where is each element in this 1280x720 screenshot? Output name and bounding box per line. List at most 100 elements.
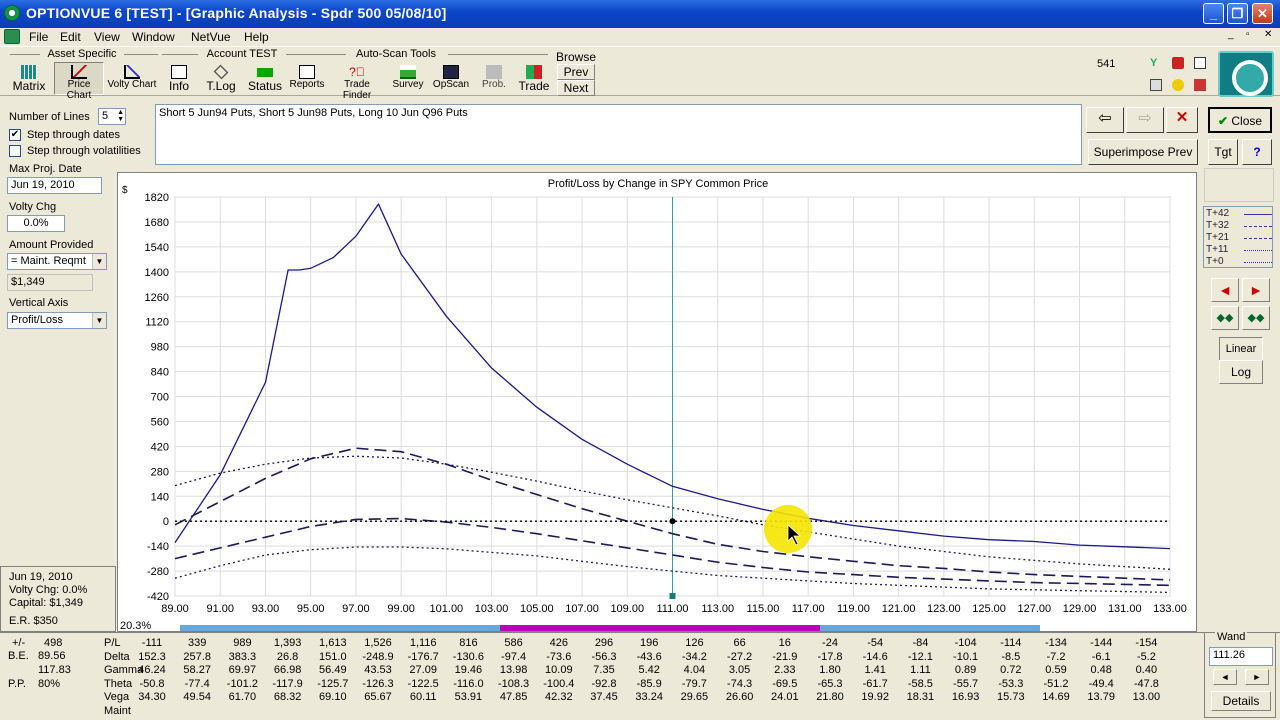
menu-help[interactable]: Help [244, 30, 269, 44]
forward-arrow-button[interactable]: ⇨ [1126, 107, 1164, 133]
mdi-restore-button[interactable]: ▫ [1246, 29, 1250, 40]
table-cell: 1,116 [409, 637, 437, 649]
survey-icon [400, 65, 416, 79]
table-cell: 19.46 [454, 664, 483, 676]
linear-button[interactable]: Linear [1219, 337, 1263, 361]
wand-value-field[interactable]: 111.26 [1209, 647, 1273, 666]
num-lines-spinner[interactable]: 5 ▲ ▼ [98, 108, 126, 125]
browse-prev-button[interactable]: Prev [557, 64, 595, 80]
max-proj-label: Max Proj. Date [9, 163, 82, 175]
table-cell: 296 [594, 637, 614, 649]
notes-icon[interactable] [1194, 57, 1206, 69]
printer-icon[interactable] [1150, 79, 1162, 91]
matrix-button[interactable]: Matrix [8, 62, 50, 95]
tgt-button[interactable]: Tgt [1208, 139, 1238, 165]
chart-area[interactable]: Profit/Loss by Change in SPY Common Pric… [117, 172, 1197, 632]
table-cell: 0.89 [954, 664, 977, 676]
maximize-button[interactable]: ❐ [1227, 3, 1248, 24]
table-cell: 1.80 [819, 664, 841, 676]
y-axis-label: $ [122, 185, 128, 196]
spinner-arrows-icon[interactable]: ▲ ▼ [117, 109, 124, 123]
menu-edit[interactable]: Edit [60, 30, 81, 44]
table-cell: 15.73 [997, 691, 1025, 703]
amount-provided-select[interactable]: = Maint. Reqmt ▼ [7, 253, 107, 270]
expand-button[interactable]: ◆◆ [1211, 306, 1239, 330]
position-description[interactable]: Short 5 Jun94 Puts, Short 5 Jun98 Puts, … [155, 104, 1082, 165]
menu-file[interactable]: File [29, 30, 48, 44]
red-right-arrow-icon: ► [1249, 282, 1263, 298]
contract-icon: ◆◆ [1247, 312, 1265, 324]
wand-right-button[interactable]: ► [1245, 669, 1269, 685]
log-button[interactable]: Log [1219, 360, 1263, 384]
optionvue-logo [1218, 51, 1274, 97]
table-cell: -51.2 [1043, 677, 1069, 690]
delete-button[interactable]: ✕ [1166, 107, 1198, 133]
step-dates-checkbox[interactable]: ✔ [9, 129, 21, 141]
survey-button[interactable]: Survey [390, 62, 426, 95]
x-tick-label: 91.00 [206, 603, 234, 615]
table-cell: -10.1 [953, 650, 979, 663]
contract-button[interactable]: ◆◆ [1242, 306, 1270, 330]
menu-window[interactable]: Window [132, 30, 175, 44]
back-arrow-button[interactable]: ⇦ [1086, 107, 1124, 133]
reports-button[interactable]: Reports [288, 62, 326, 95]
table-cell: -84 [912, 637, 929, 649]
title-bar: OPTIONVUE 6 [TEST] - [Graphic Analysis -… [0, 0, 1280, 28]
yahoo-icon[interactable]: Y [1150, 57, 1162, 69]
status-button[interactable]: Status [244, 62, 286, 95]
table-cell: 34.30 [138, 691, 166, 703]
help-button[interactable]: ? [1242, 139, 1272, 165]
close-window-button[interactable]: ✕ [1252, 3, 1273, 24]
details-button[interactable]: Details [1211, 691, 1271, 711]
step-vol-checkbox[interactable] [9, 145, 21, 157]
table-cell: 43.53 [364, 664, 392, 676]
shift-left-button[interactable]: ◄ [1211, 278, 1239, 302]
info-button[interactable]: Info [162, 62, 196, 95]
home-icon[interactable] [1194, 79, 1206, 91]
count-display: 541 [1097, 58, 1116, 70]
price-chart-button[interactable]: Price Chart [54, 62, 104, 101]
tlog-button[interactable]: T.Log [200, 62, 242, 95]
document-icon[interactable] [4, 29, 20, 44]
volty-chart-button[interactable]: Volty Chart [106, 62, 158, 95]
table-cell: -65.3 [817, 677, 843, 690]
trade-finder-button[interactable]: ?⃝ Trade Finder [328, 62, 386, 101]
dropdown-arrow-icon[interactable]: ▼ [92, 313, 106, 328]
menu-view[interactable]: View [94, 30, 120, 44]
alert-icon[interactable] [1172, 79, 1184, 91]
table-cell: -111 [141, 637, 163, 649]
question-icon: ? [1253, 145, 1261, 159]
browse-label: Browse [556, 50, 597, 64]
close-button[interactable]: ✔ Close [1208, 107, 1272, 133]
table-cell: 27.09 [409, 664, 437, 676]
export-icon[interactable] [1172, 57, 1184, 69]
y-tick-label: 1260 [145, 292, 169, 304]
trade-button[interactable]: Trade [514, 62, 554, 95]
volty-chg-field[interactable]: 0.0% [7, 215, 65, 232]
row-label: P/L [104, 637, 121, 649]
table-cell: -104 [954, 637, 977, 649]
vertical-axis-select[interactable]: Profit/Loss ▼ [7, 312, 107, 329]
prob-button[interactable]: Prob. [476, 62, 512, 95]
x-tick-label: 97.00 [342, 603, 370, 615]
legend-item: T+0 [1206, 256, 1272, 268]
mdi-close-button[interactable]: ✕ [1264, 29, 1272, 40]
menu-netvue[interactable]: NetVue [191, 30, 231, 44]
opscan-button[interactable]: OpScan [430, 62, 472, 95]
dropdown-arrow-icon[interactable]: ▼ [92, 254, 106, 269]
browse-next-button[interactable]: Next [557, 80, 595, 96]
info-icon [171, 65, 187, 79]
table-cell: 61.70 [228, 691, 257, 703]
mdi-minimize-button[interactable]: _ [1228, 29, 1234, 40]
x-tick-label: 95.00 [297, 603, 325, 615]
max-proj-date-field[interactable]: Jun 19, 2010 [7, 177, 102, 194]
pl-chart[interactable]: 89.00 91.00 93.00 95.00 97.00 99.00 101.00 103.… [118, 173, 1198, 633]
superimpose-prev-button[interactable]: Superimpose Prev [1088, 139, 1198, 165]
table-cell: 13.00 [1132, 691, 1161, 703]
y-tick-label: 420 [151, 441, 169, 453]
shift-right-button[interactable]: ► [1242, 278, 1270, 302]
triangle-left-icon: ◄ [1220, 672, 1230, 682]
table-cell: 46.24 [138, 664, 166, 676]
wand-left-button[interactable]: ◄ [1213, 669, 1237, 685]
minimize-button[interactable]: _ [1203, 3, 1224, 24]
